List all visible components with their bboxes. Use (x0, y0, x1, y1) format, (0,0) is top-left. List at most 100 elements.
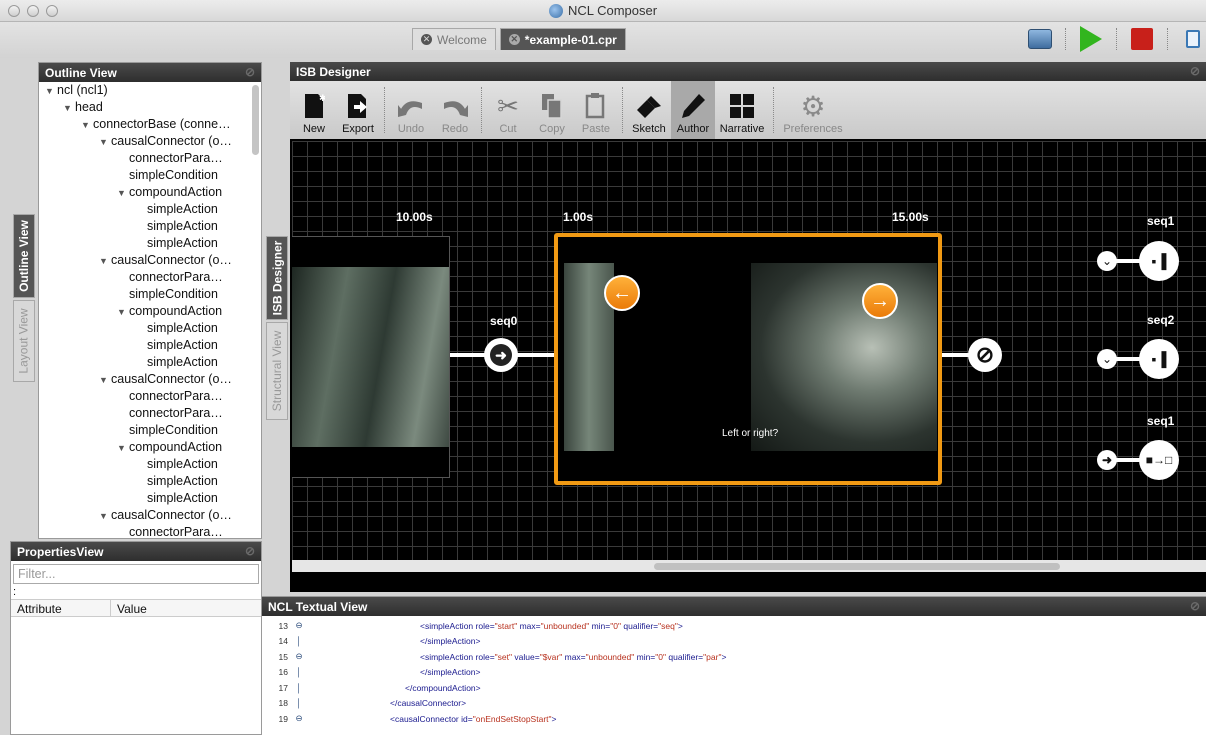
tab-welcome[interactable]: ✕ Welcome (412, 28, 496, 50)
close-tab-icon[interactable]: ✕ (421, 34, 432, 45)
window-controls[interactable] (8, 5, 58, 17)
paste-button[interactable]: Paste (574, 81, 618, 139)
value-column-header[interactable]: Value (111, 600, 153, 616)
redo-button[interactable]: Redo (433, 81, 477, 139)
close-tab-icon[interactable]: ✕ (508, 34, 520, 45)
tree-item[interactable]: simpleAction (39, 490, 251, 507)
arrow-right-icon[interactable]: → (862, 283, 898, 319)
sketch-button[interactable]: Sketch (627, 81, 671, 139)
narrative-button[interactable]: Narrative (715, 81, 769, 139)
fold-marker-icon[interactable]: │ (288, 636, 310, 646)
disclosure-triangle-icon[interactable]: ▼ (117, 440, 129, 457)
code-line[interactable]: 18 │ </causalConnector> (262, 696, 1206, 712)
stop-node[interactable]: ⊘ (968, 338, 1002, 372)
attribute-column-header[interactable]: Attribute (11, 600, 111, 616)
run-button[interactable] (1078, 26, 1104, 52)
code-line[interactable]: 15 ⊖ <simpleAction role="set" value="$var"… (262, 649, 1206, 665)
preferences-button[interactable]: ⚙ Preferences (778, 81, 848, 139)
endpoint-node-seq2[interactable]: ▪▐ (1139, 339, 1179, 379)
code-line[interactable]: 14 │ </simpleAction> (262, 634, 1206, 650)
tree-item[interactable]: ▼ ncl (ncl1) (39, 82, 251, 99)
pin-icon[interactable]: ⊘ (245, 544, 255, 558)
disclosure-triangle-icon[interactable]: ▼ (99, 372, 111, 389)
tree-item[interactable]: simpleAction (39, 235, 251, 252)
tree-item[interactable]: ▼ compoundAction (39, 184, 251, 201)
fold-marker-icon[interactable]: │ (288, 667, 310, 677)
code-line[interactable]: 17 │ </compoundAction> (262, 680, 1206, 696)
fold-marker-icon[interactable]: ⊖ (288, 651, 310, 662)
tree-item[interactable]: connectorPara… (39, 150, 251, 167)
outline-tree[interactable]: ▼ ncl (ncl1) ▼ head ▼ connectorBase (conne… ▼ c… (39, 82, 251, 538)
disclosure-triangle-icon[interactable]: ▼ (99, 508, 111, 525)
fold-marker-icon[interactable]: │ (288, 698, 310, 708)
disclosure-triangle-icon[interactable]: ▼ (99, 134, 111, 151)
tree-item[interactable]: ▼ causalConnector (o… (39, 507, 251, 524)
copy-button[interactable]: Copy (530, 81, 574, 139)
author-button[interactable]: Author (671, 81, 715, 139)
tree-item[interactable]: simpleAction (39, 320, 251, 337)
tree-item[interactable]: simpleAction (39, 337, 251, 354)
tree-item[interactable]: ▼ causalConnector (o… (39, 133, 251, 150)
link-node-seq0[interactable]: ➜ (484, 338, 518, 372)
isb-canvas[interactable]: 10.00s 1.00s 15.00s seq0 ➜ ← → Left or r… (292, 141, 1206, 560)
tab-layout-view[interactable]: Layout View (13, 300, 35, 382)
disclosure-triangle-icon[interactable]: ▼ (81, 117, 93, 134)
tree-item[interactable]: simpleAction (39, 456, 251, 473)
tree-item[interactable]: simpleCondition (39, 167, 251, 184)
selected-media-node[interactable]: ← → Left or right? (554, 233, 942, 485)
tree-item[interactable]: simpleAction (39, 354, 251, 371)
detach-view-button[interactable] (1180, 26, 1206, 52)
cut-button[interactable]: ✂ Cut (486, 81, 530, 139)
tree-item[interactable]: simpleCondition (39, 422, 251, 439)
pin-icon[interactable]: ⊘ (1190, 599, 1200, 613)
code-editor[interactable]: 13 ⊖ <simpleAction role="start" max="unbou… (262, 618, 1206, 727)
disclosure-triangle-icon[interactable]: ▼ (45, 83, 57, 100)
tab-structural-view[interactable]: Structural View (266, 322, 288, 420)
tab-isb-designer[interactable]: ISB Designer (266, 236, 288, 320)
publish-button[interactable] (1027, 26, 1053, 52)
new-button[interactable]: ✱ New (292, 81, 336, 139)
tree-item[interactable]: simpleAction (39, 473, 251, 490)
tree-item[interactable]: simpleCondition (39, 286, 251, 303)
code-line[interactable]: 16 │ </simpleAction> (262, 665, 1206, 681)
pin-icon[interactable]: ⊘ (245, 65, 255, 79)
tab-example-project[interactable]: ✕ *example-01.cpr (499, 28, 626, 50)
stop-button[interactable] (1129, 26, 1155, 52)
tab-outline-view[interactable]: Outline View (13, 214, 35, 298)
undo-button[interactable]: Undo (389, 81, 433, 139)
code-line[interactable]: 13 ⊖ <simpleAction role="start" max="unbou… (262, 618, 1206, 634)
pin-icon[interactable]: ⊘ (1190, 64, 1200, 78)
tree-item[interactable]: simpleAction (39, 201, 251, 218)
fold-marker-icon[interactable]: ⊖ (288, 713, 310, 724)
export-button[interactable]: Export (336, 81, 380, 139)
tree-item[interactable]: connectorPara… (39, 269, 251, 286)
canvas-horizontal-scrollbar[interactable] (292, 560, 1206, 572)
tree-item[interactable]: connectorPara… (39, 405, 251, 422)
disclosure-triangle-icon[interactable]: ▼ (117, 185, 129, 202)
fold-marker-icon[interactable]: ⊖ (288, 620, 310, 631)
tree-item[interactable]: ▼ compoundAction (39, 303, 251, 320)
close-window-button[interactable] (8, 5, 20, 17)
zoom-window-button[interactable] (46, 5, 58, 17)
code-line[interactable]: 19 ⊖ <causalConnector id="onEndSetStopStar… (262, 711, 1206, 727)
tree-item[interactable]: ▼ compoundAction (39, 439, 251, 456)
minimize-window-button[interactable] (27, 5, 39, 17)
tree-item[interactable]: ▼ connectorBase (conne… (39, 116, 251, 133)
arrow-left-icon[interactable]: ← (604, 275, 640, 311)
endpoint-node-seq1[interactable]: ▪▐ (1139, 241, 1179, 281)
tree-item[interactable]: connectorPara… (39, 524, 251, 538)
disclosure-triangle-icon[interactable]: ▼ (117, 304, 129, 321)
endpoint-node-seq1-end[interactable]: ■→□ (1139, 440, 1179, 480)
outline-scrollbar[interactable] (252, 85, 259, 155)
media-node-first[interactable] (292, 236, 450, 478)
tree-item[interactable]: connectorPara… (39, 388, 251, 405)
scrollbar-thumb[interactable] (654, 563, 1060, 570)
tree-item[interactable]: ▼ causalConnector (o… (39, 371, 251, 388)
tree-item[interactable]: ▼ causalConnector (o… (39, 252, 251, 269)
fold-marker-icon[interactable]: │ (288, 683, 310, 693)
tree-item[interactable]: simpleAction (39, 218, 251, 235)
tree-item[interactable]: ▼ head (39, 99, 251, 116)
disclosure-triangle-icon[interactable]: ▼ (63, 100, 75, 117)
filter-input[interactable]: Filter... (13, 564, 259, 584)
disclosure-triangle-icon[interactable]: ▼ (99, 253, 111, 270)
